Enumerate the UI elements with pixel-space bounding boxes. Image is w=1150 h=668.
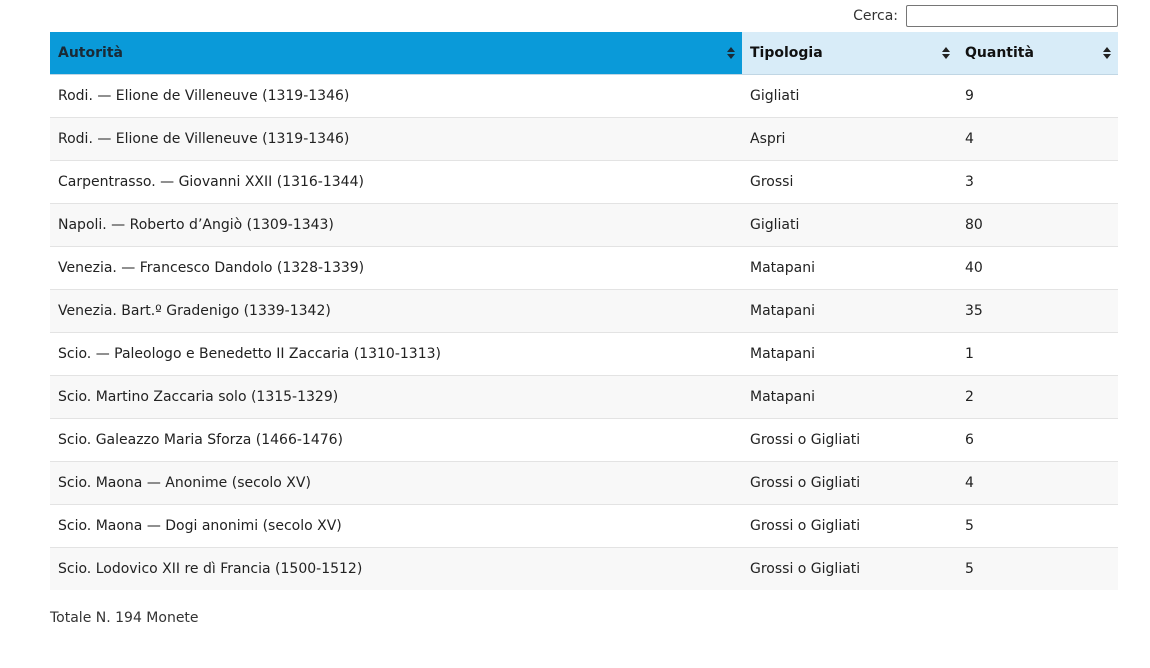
table-row: Venezia. — Francesco Dandolo (1328-1339)… <box>50 245 1118 289</box>
cell-tipologia: Grossi o Gigliati <box>742 417 957 461</box>
cell-autorita: Rodi. — Elione de Villeneuve (1319-1346) <box>50 116 742 160</box>
sort-icon <box>942 46 950 59</box>
cell-quantita: 9 <box>965 87 974 104</box>
search-bar: Cerca: <box>50 0 1118 32</box>
cell-quantita: 6 <box>957 417 1118 461</box>
coins-table: Autorità Tipologia Quantità Rodi. — Elio… <box>50 32 1118 590</box>
cell-tipologia: Matapani <box>742 331 957 375</box>
table-row: Scio. — Paleologo e Benedetto II Zaccari… <box>50 331 1118 375</box>
cell-tipologia: Gigliati <box>742 202 957 246</box>
cell-quantita: 3 <box>957 159 1118 203</box>
column-header-tipologia[interactable]: Tipologia <box>742 32 957 75</box>
cell-autorita: Rodi. — Elione de Villeneuve (1319-1346) <box>58 87 350 104</box>
cell-autorita: Scio. Maona — Anonime (secolo XV) <box>50 460 742 504</box>
table-row: Scio. Lodovico XII re dì Francia (1500-1… <box>50 546 1118 590</box>
table-body: Rodi. — Elione de Villeneuve (1319-1346)… <box>50 74 1118 590</box>
cell-autorita: Scio. Martino Zaccaria solo (1315-1329) <box>50 374 742 418</box>
table-row: Rodi. — Elione de Villeneuve (1319-1346)… <box>50 116 1118 160</box>
table-row: Rodi. — Elione de Villeneuve (1319-1346)… <box>50 74 1118 117</box>
table-row: Carpentrasso. — Giovanni XXII (1316-1344… <box>50 159 1118 203</box>
cell-autorita: Scio. Lodovico XII re dì Francia (1500-1… <box>50 546 742 590</box>
search-label: Cerca: <box>853 8 898 24</box>
cell-tipologia: Grossi o Gigliati <box>742 503 957 547</box>
cell-autorita: Scio. Maona — Dogi anonimi (secolo XV) <box>50 503 742 547</box>
cell-tipologia: Grossi o Gigliati <box>742 546 957 590</box>
table-row: Scio. Martino Zaccaria solo (1315-1329) … <box>50 374 1118 418</box>
cell-tipologia: Grossi o Gigliati <box>742 460 957 504</box>
cell-quantita: 80 <box>957 202 1118 246</box>
column-header-label: Autorità <box>58 44 123 61</box>
cell-autorita: Scio. — Paleologo e Benedetto II Zaccari… <box>50 331 742 375</box>
cell-autorita: Venezia. Bart.º Gradenigo (1339-1342) <box>50 288 742 332</box>
table-row: Scio. Galeazzo Maria Sforza (1466-1476) … <box>50 417 1118 461</box>
cell-tipologia: Matapani <box>742 374 957 418</box>
cell-tipologia: Matapani <box>742 245 957 289</box>
cell-quantita: 5 <box>957 503 1118 547</box>
cell-tipologia: Grossi <box>742 159 957 203</box>
cell-quantita: 2 <box>957 374 1118 418</box>
cell-quantita: 40 <box>957 245 1118 289</box>
search-input[interactable] <box>906 5 1118 27</box>
cell-quantita: 35 <box>957 288 1118 332</box>
cell-autorita: Napoli. — Roberto d’Angiò (1309-1343) <box>50 202 742 246</box>
column-header-label: Quantità <box>965 44 1034 61</box>
cell-quantita: 4 <box>957 116 1118 160</box>
cell-autorita: Scio. Galeazzo Maria Sforza (1466-1476) <box>50 417 742 461</box>
column-header-autorita[interactable]: Autorità <box>50 32 742 75</box>
table-row: Venezia. Bart.º Gradenigo (1339-1342) Ma… <box>50 288 1118 332</box>
table-row: Napoli. — Roberto d’Angiò (1309-1343) Gi… <box>50 202 1118 246</box>
total-summary: Totale N. 194 Monete <box>50 610 199 626</box>
sort-icon <box>727 46 735 59</box>
cell-autorita: Venezia. — Francesco Dandolo (1328-1339) <box>50 245 742 289</box>
cell-tipologia: Aspri <box>742 116 957 160</box>
cell-tipologia: Gigliati <box>750 87 800 104</box>
column-header-label: Tipologia <box>750 44 823 61</box>
sort-icon <box>1103 46 1111 59</box>
cell-quantita: 4 <box>957 460 1118 504</box>
cell-autorita: Carpentrasso. — Giovanni XXII (1316-1344… <box>50 159 742 203</box>
table-row: Scio. Maona — Dogi anonimi (secolo XV) G… <box>50 503 1118 547</box>
cell-quantita: 1 <box>957 331 1118 375</box>
page: Cerca: Autorità Tipologia Quantità Rodi.… <box>50 0 1118 626</box>
table-header-row: Autorità Tipologia Quantità <box>50 32 1118 75</box>
table-row: Scio. Maona — Anonime (secolo XV) Grossi… <box>50 460 1118 504</box>
cell-tipologia: Matapani <box>742 288 957 332</box>
column-header-quantita[interactable]: Quantità <box>957 32 1118 75</box>
cell-quantita: 5 <box>957 546 1118 590</box>
